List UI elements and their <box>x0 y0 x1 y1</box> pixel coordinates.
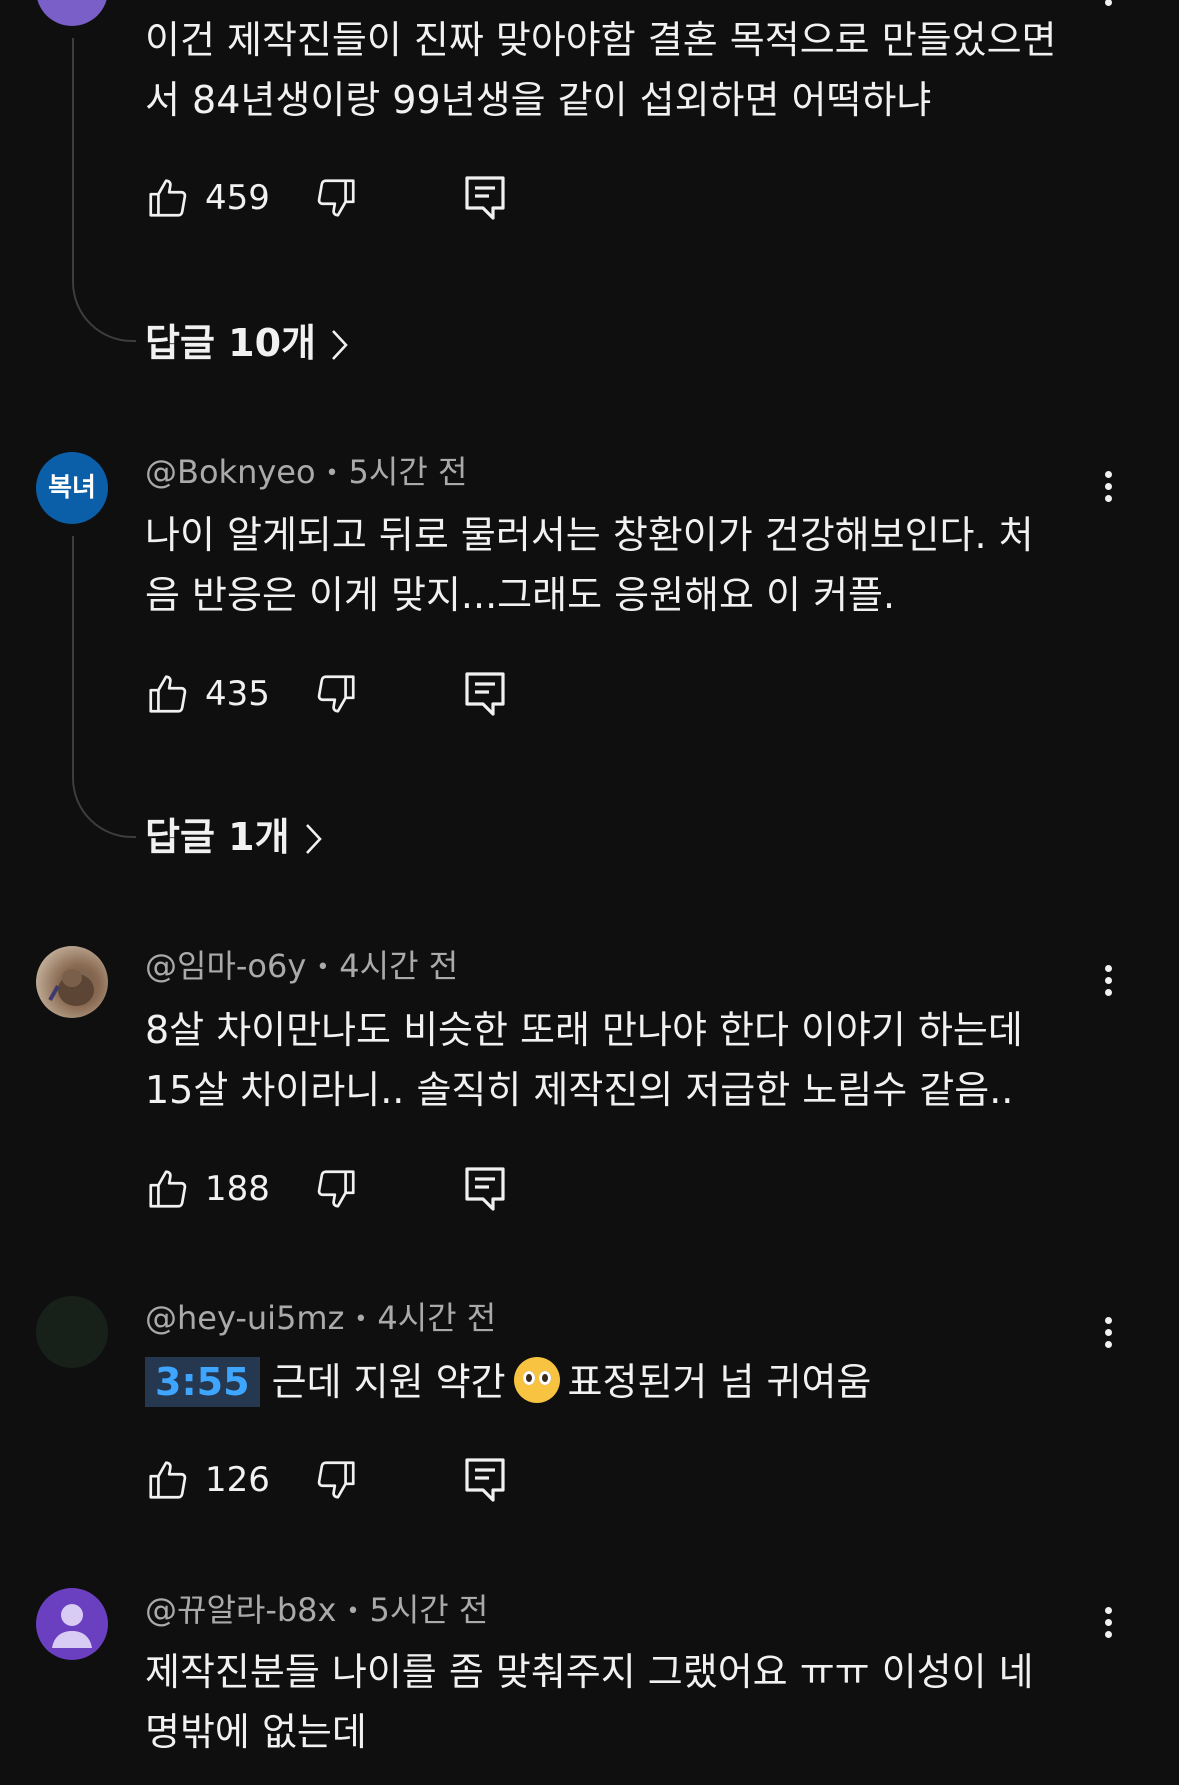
thread-connector-line <box>72 536 136 838</box>
avatar[interactable] <box>36 1588 108 1660</box>
comment-actions: 126 <box>145 1456 545 1504</box>
comment-text: 3:55 근데 지원 약간 표정된거 넘 귀여움 <box>145 1352 1085 1412</box>
avatar[interactable] <box>36 1296 108 1368</box>
more-options-icon[interactable] <box>1090 1602 1126 1646</box>
cat-photo-icon <box>48 969 94 1006</box>
author-name[interactable]: @hey-ui5mz <box>145 1299 344 1337</box>
thumbs-down-icon[interactable] <box>313 1165 359 1213</box>
author-name[interactable]: @뀨알라-b8x <box>145 1591 336 1629</box>
comment-text: 이건 제작진들이 진짜 맞아야함 결혼 목적으로 만들었으면 서 84년생이랑 … <box>145 10 1085 130</box>
view-replies-button[interactable]: 답글 1개 <box>145 812 324 862</box>
thumbs-down-icon[interactable] <box>313 670 359 718</box>
avatar-initials: 복녀 <box>48 473 96 503</box>
chevron-right-icon <box>332 330 348 360</box>
thumbs-up-icon[interactable] <box>145 1456 191 1504</box>
comment-time: 4시간 전 <box>377 1299 497 1337</box>
avatar[interactable] <box>36 946 108 1018</box>
replies-label: 답글 1개 <box>145 815 290 859</box>
comment-text-line: 음 반응은 이게 맞지...그래도 응원해요 이 커플. <box>145 573 896 617</box>
thumbs-down-icon[interactable] <box>313 1456 359 1504</box>
timestamp-link[interactable]: 3:55 <box>145 1357 260 1407</box>
separator-dot: • <box>346 1599 360 1624</box>
comment-actions: 435 <box>145 670 545 718</box>
comment-header: @뀨알라-b8x • 5시간 전 <box>145 1590 488 1632</box>
comment-header: @임마-o6y • 4시간 전 <box>145 946 458 988</box>
comment-text-line: 나이 알게되고 뒤로 물러서는 창환이가 건강해보인다. 처 <box>145 513 1034 557</box>
comment-text: 제작진분들 나이를 좀 맞춰주지 그랬어요 ㅠㅠ 이성이 네 명밖에 없는데 <box>145 1642 1085 1762</box>
thumbs-up-icon[interactable] <box>145 174 191 222</box>
thread-connector-line <box>72 38 136 342</box>
reply-icon[interactable] <box>465 672 505 716</box>
comment-actions: 188 <box>145 1165 545 1213</box>
comment-header: @hey-ui5mz • 4시간 전 <box>145 1298 496 1340</box>
like-count: 435 <box>205 674 270 714</box>
view-replies-button[interactable]: 답글 10개 <box>145 318 350 368</box>
author-name[interactable]: @Boknyeo <box>145 453 316 491</box>
comment-text-line: 8살 차이만나도 비슷한 또래 만나야 한다 이야기 하는데 <box>145 1008 1023 1052</box>
more-options-icon[interactable] <box>1090 1312 1126 1356</box>
comment-text-part: 근데 지원 약간 <box>271 1360 506 1404</box>
more-options-icon[interactable] <box>1090 466 1126 510</box>
comment-time: 5시간 전 <box>369 1591 489 1629</box>
chevron-right-icon <box>305 824 322 854</box>
thumbs-down-icon[interactable] <box>313 174 359 222</box>
default-user-icon <box>52 1604 92 1648</box>
separator-dot: • <box>354 1307 368 1332</box>
reply-icon[interactable] <box>465 1167 505 1211</box>
separator-dot: • <box>325 461 339 486</box>
replies-label: 답글 10개 <box>145 321 316 365</box>
author-name[interactable]: @임마-o6y <box>145 947 306 985</box>
comment-text-line: 명밖에 없는데 <box>145 1710 367 1754</box>
like-count: 188 <box>205 1169 270 1209</box>
comment-header: @Boknyeo • 5시간 전 <box>145 452 467 494</box>
comment-text: 8살 차이만나도 비슷한 또래 만나야 한다 이야기 하는데 15살 차이라니.… <box>145 1000 1085 1120</box>
comment-text-line: 이건 제작진들이 진짜 맞아야함 결혼 목적으로 만들었으면 <box>145 18 1057 62</box>
thumbs-up-icon[interactable] <box>145 1165 191 1213</box>
comment-text-line: 서 84년생이랑 99년생을 같이 섭외하면 어떡하냐 <box>145 78 932 122</box>
comment-time: 4시간 전 <box>339 947 459 985</box>
thumbs-up-icon[interactable] <box>145 670 191 718</box>
comment-text-line: 15살 차이라니.. 솔직히 제작진의 저급한 노림수 같음.. <box>145 1068 1014 1112</box>
reply-icon[interactable] <box>465 176 505 220</box>
pleading-face-emoji <box>513 1357 560 1403</box>
comment-time: 5시간 전 <box>348 453 468 491</box>
like-count: 126 <box>205 1460 270 1500</box>
separator-dot: • <box>316 955 330 980</box>
comment-text-line: 제작진분들 나이를 좀 맞춰주지 그랬어요 ㅠㅠ 이성이 네 <box>145 1650 1034 1694</box>
comment-text: 나이 알게되고 뒤로 물러서는 창환이가 건강해보인다. 처 음 반응은 이게 … <box>145 505 1085 625</box>
more-options-icon[interactable] <box>1090 960 1126 1004</box>
comment-actions: 459 <box>145 174 545 222</box>
more-options-icon[interactable] <box>1090 0 1126 14</box>
like-count: 459 <box>205 178 270 218</box>
avatar[interactable] <box>36 0 108 26</box>
reply-icon[interactable] <box>465 1458 505 1502</box>
comment-text-part: 표정된거 넘 귀여움 <box>567 1360 872 1404</box>
avatar[interactable]: 복녀 <box>36 452 108 524</box>
